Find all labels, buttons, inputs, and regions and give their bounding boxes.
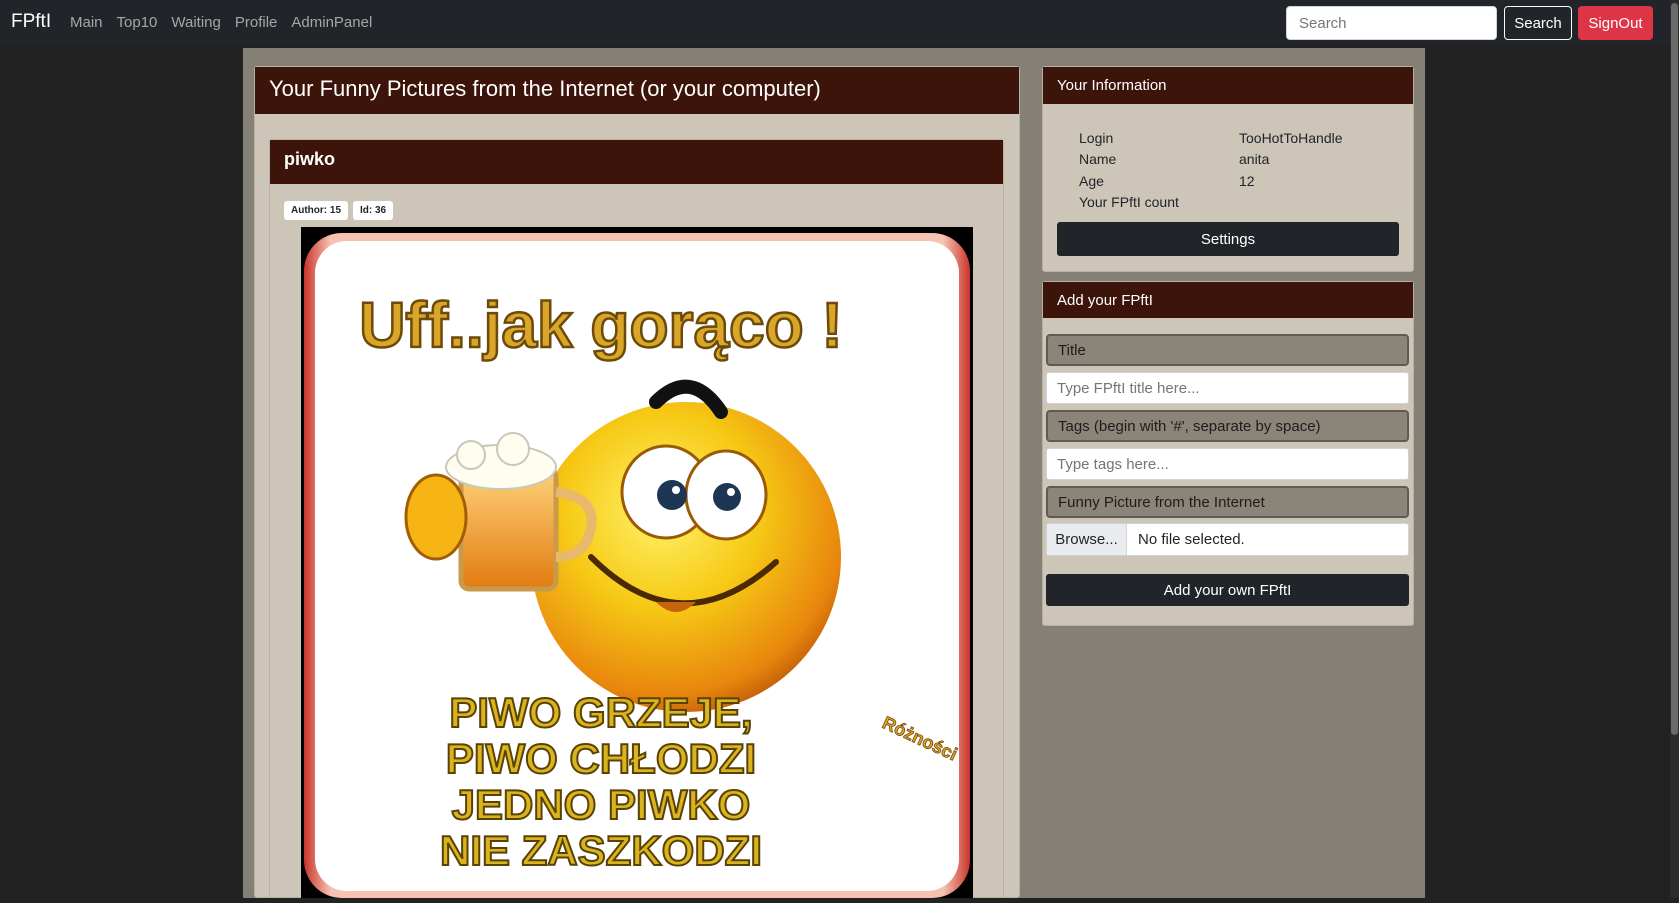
- meme-picture: Uff..jak gorąco ! PIWO GRZEJE, PIWO CHŁO…: [304, 233, 970, 898]
- meme-line-3: JEDNO PIWKO: [452, 781, 751, 828]
- scrollbar-thumb[interactable]: [1671, 3, 1678, 735]
- meme-line-1: PIWO GRZEJE,: [449, 689, 752, 736]
- post-image: Uff..jak gorąco ! PIWO GRZEJE, PIWO CHŁO…: [301, 227, 973, 898]
- nav-link-waiting[interactable]: Waiting: [171, 14, 220, 31]
- main-card-header: Your Funny Pictures from the Internet (o…: [255, 67, 1019, 114]
- info-value-login: TooHotToHandle: [1239, 130, 1343, 146]
- tags-label: Tags (begin with '#', separate by space): [1046, 410, 1409, 442]
- file-input[interactable]: Browse... No file selected.: [1046, 523, 1409, 556]
- add-fpfti-button[interactable]: Add your own FPftI: [1046, 574, 1409, 606]
- add-card-header: Add your FPftI: [1043, 282, 1413, 318]
- info-label-name: Name: [1079, 151, 1117, 167]
- nav-link-adminpanel[interactable]: AdminPanel: [291, 14, 372, 31]
- search-button[interactable]: Search: [1504, 6, 1572, 40]
- meme-line-2: PIWO CHŁODZI: [446, 735, 756, 782]
- nav-link-top10[interactable]: Top10: [117, 14, 158, 31]
- settings-button[interactable]: Settings: [1057, 222, 1399, 256]
- brand-logo[interactable]: FPftI: [11, 11, 51, 33]
- info-label-age: Age: [1079, 173, 1104, 189]
- nav-link-profile[interactable]: Profile: [235, 14, 278, 31]
- info-value-age: 12: [1239, 173, 1255, 189]
- meme-line-4: NIE ZASZKODZI: [440, 827, 762, 874]
- id-badge: Id: 36: [353, 201, 394, 220]
- meme-top-text: Uff..jak gorąco !: [359, 289, 843, 361]
- info-label-login: Login: [1079, 130, 1114, 146]
- browse-button[interactable]: Browse...: [1047, 524, 1127, 555]
- nav-link-main[interactable]: Main: [70, 14, 103, 31]
- signout-button[interactable]: SignOut: [1578, 6, 1653, 40]
- top-navbar: FPftI Main Top10 Waiting Profile AdminPa…: [0, 0, 1679, 45]
- author-badge: Author: 15: [284, 201, 348, 220]
- file-status: No file selected.: [1138, 531, 1245, 548]
- post-title: piwko: [270, 140, 1003, 184]
- picture-label: Funny Picture from the Internet: [1046, 486, 1409, 518]
- info-label-count: Your FPftI count: [1079, 194, 1179, 210]
- title-label: Title: [1046, 334, 1409, 366]
- nav-links: Main Top10 Waiting Profile AdminPanel: [70, 14, 372, 31]
- tags-input[interactable]: [1046, 448, 1409, 480]
- info-value-name: anita: [1239, 151, 1270, 167]
- title-input[interactable]: [1046, 372, 1409, 404]
- info-card-header: Your Information: [1043, 67, 1413, 104]
- search-input[interactable]: [1286, 6, 1497, 40]
